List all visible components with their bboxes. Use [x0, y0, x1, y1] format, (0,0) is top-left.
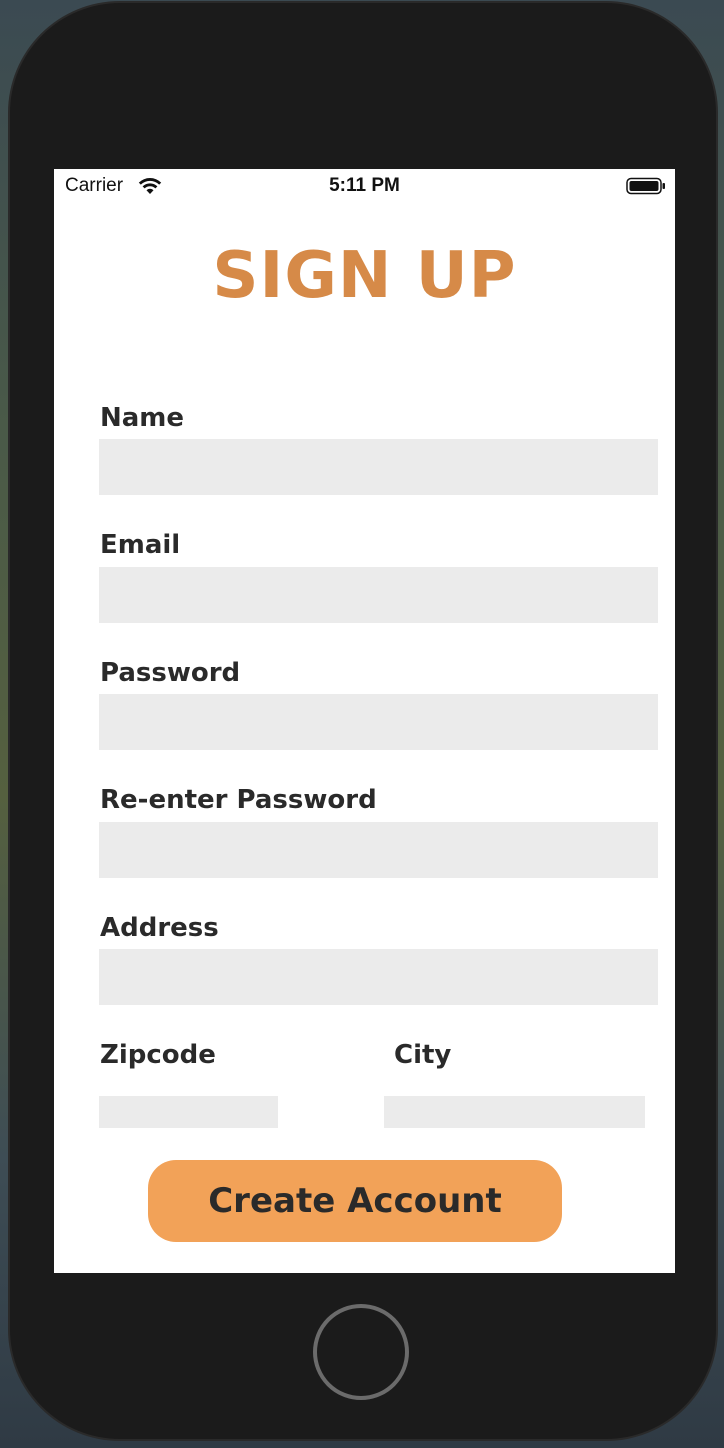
- address-field[interactable]: [99, 949, 658, 1005]
- reenter-password-label: Re-enter Password: [100, 785, 377, 815]
- page-title: SIGN UP: [212, 239, 517, 313]
- reenter-password-field[interactable]: [99, 822, 658, 878]
- city-label: City: [394, 1040, 452, 1070]
- status-bar: Carrier 5:11 PM: [54, 169, 675, 203]
- email-field[interactable]: [99, 567, 658, 623]
- password-field[interactable]: [99, 694, 658, 750]
- name-field[interactable]: [99, 439, 658, 495]
- city-field[interactable]: [384, 1096, 645, 1128]
- name-label: Name: [100, 403, 185, 433]
- email-label: Email: [100, 530, 181, 560]
- status-time: 5:11 PM: [329, 175, 400, 196]
- create-account-button[interactable]: Create Account: [148, 1160, 562, 1242]
- password-label: Password: [100, 658, 241, 688]
- zipcode-field[interactable]: [99, 1096, 278, 1128]
- app-screen: Carrier 5:11 PM SIGN UP Name Email Passw…: [54, 169, 675, 1273]
- address-label: Address: [100, 913, 219, 943]
- zipcode-label: Zipcode: [100, 1040, 216, 1070]
- battery-icon: [626, 177, 665, 195]
- home-button[interactable]: [313, 1304, 409, 1400]
